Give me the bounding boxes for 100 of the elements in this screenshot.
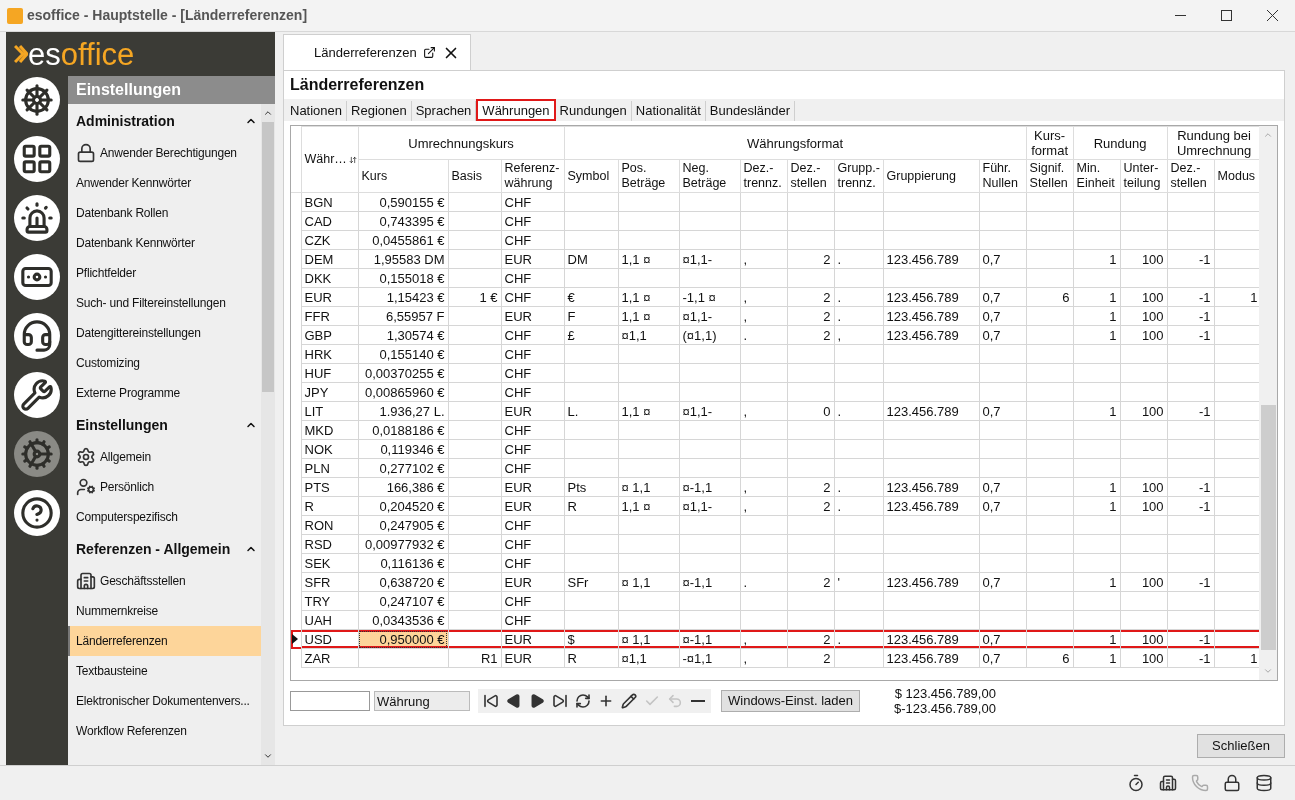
- rail-button[interactable]: [14, 195, 60, 241]
- table-cell: [448, 591, 501, 611]
- load-settings-button[interactable]: Windows-Einst. laden: [721, 690, 860, 712]
- column-header[interactable]: Referenz- währung: [501, 159, 564, 193]
- sidebar-item[interactable]: Elektronischer Dokumentenvers...: [68, 686, 261, 716]
- tab[interactable]: Nationen: [286, 101, 348, 121]
- rail-button[interactable]: [14, 313, 60, 359]
- sidebar-item[interactable]: Such- und Filtereinstellungen: [68, 288, 261, 318]
- column-header[interactable]: Symbol: [564, 159, 618, 193]
- column-field[interactable]: Währung: [374, 691, 470, 711]
- document-tab[interactable]: Länderreferenzen: [283, 34, 471, 70]
- table-cell: 100: [1120, 249, 1168, 269]
- table-cell: 2: [787, 496, 834, 516]
- maximize-icon: [1220, 10, 1232, 21]
- rail-button[interactable]: [14, 490, 60, 536]
- table-cell: [448, 629, 501, 649]
- row-indicator[interactable]: [291, 629, 301, 649]
- column-header[interactable]: Dez.- stellen: [1167, 159, 1215, 193]
- column-header[interactable]: Führ. Nullen: [979, 159, 1027, 193]
- sidebar-item[interactable]: Workflow Referenzen: [68, 716, 261, 746]
- sidebar-item[interactable]: Datenbank Rollen: [68, 198, 261, 228]
- table-cell: 1,1 ¤: [618, 401, 679, 421]
- table-cell: [1026, 458, 1074, 478]
- sidebar-item[interactable]: Anwender Kennwörter: [68, 168, 261, 198]
- table-cell: EUR: [501, 401, 564, 421]
- table-cell: 0,119346 €: [358, 439, 448, 459]
- table-cell: [979, 344, 1027, 364]
- close-dialog-button[interactable]: Schließen: [1197, 733, 1285, 758]
- grid-icon: [20, 142, 54, 176]
- rail-button[interactable]: [14, 136, 60, 182]
- sidebar-item[interactable]: Persönlich: [68, 472, 261, 502]
- sidebar-item[interactable]: Allgemein: [68, 442, 261, 472]
- sidebar-item[interactable]: Länderreferenzen: [68, 626, 261, 656]
- database-icon[interactable]: [1255, 774, 1273, 792]
- table-cell: [618, 439, 679, 459]
- lock-icon[interactable]: [1223, 774, 1241, 792]
- table-cell: [618, 534, 679, 554]
- scrollbar[interactable]: [261, 104, 275, 765]
- table-cell: [740, 230, 787, 250]
- table-cell: R: [564, 496, 618, 516]
- table-cell: 0,7: [979, 249, 1027, 269]
- table-cell: -1: [1167, 648, 1215, 668]
- column-header[interactable]: Kurs: [358, 159, 448, 193]
- column-header[interactable]: Min. Einheit: [1073, 159, 1121, 193]
- column-header[interactable]: Grupp.- trennz.: [834, 159, 883, 193]
- column-header[interactable]: Dez.- trennz.: [740, 159, 787, 193]
- sidebar-item[interactable]: Textbausteine: [68, 656, 261, 686]
- sidebar-item[interactable]: Anwender Berechtigungen: [68, 138, 261, 168]
- sidebar-item[interactable]: Geschäftsstellen: [68, 566, 261, 596]
- navigator-button[interactable]: [574, 691, 592, 711]
- table-cell: [1167, 553, 1215, 573]
- table-cell: [1120, 268, 1168, 288]
- sidebar-item[interactable]: Nummernkreise: [68, 596, 261, 626]
- building-icon[interactable]: [1159, 774, 1177, 792]
- section-header[interactable]: Administration: [76, 110, 245, 132]
- column-header[interactable]: Pos. Beträge: [618, 159, 679, 193]
- section-header[interactable]: Einstellungen: [76, 414, 245, 436]
- sidebar-item[interactable]: Computerspezifisch: [68, 502, 261, 532]
- sidebar-item[interactable]: Pflichtfelder: [68, 258, 261, 288]
- rail-button[interactable]: [14, 77, 60, 123]
- table-cell: 1: [1073, 572, 1121, 592]
- table-cell: ¤1,1-: [679, 249, 740, 269]
- column-header[interactable]: Neg. Beträge: [679, 159, 740, 193]
- navigator-button[interactable]: [620, 691, 638, 711]
- sidebar-item[interactable]: Datenbank Kennwörter: [68, 228, 261, 258]
- table-cell: [618, 211, 679, 231]
- table-cell: [679, 515, 740, 535]
- sidebar-item[interactable]: Datengittereinstellungen: [68, 318, 261, 348]
- section-header[interactable]: Referenzen - Allgemein: [76, 538, 245, 560]
- column-header[interactable]: Unter- teilung: [1120, 159, 1168, 193]
- gears-icon: [76, 447, 96, 467]
- column-header[interactable]: Dez.- stellen: [787, 159, 834, 193]
- tab[interactable]: Nationalität: [631, 101, 706, 121]
- sidebar-item[interactable]: Customizing: [68, 348, 261, 378]
- column-header[interactable]: Signif. Stellen: [1026, 159, 1074, 193]
- table-cell: [740, 439, 787, 459]
- table-cell: [979, 211, 1027, 231]
- table-cell: PLN: [301, 458, 358, 478]
- tab[interactable]: Bundesländer: [705, 101, 796, 121]
- sidebar-item[interactable]: Externe Programme: [68, 378, 261, 408]
- tab[interactable]: Regionen: [347, 101, 412, 121]
- search-field[interactable]: [290, 691, 370, 711]
- table-cell: .: [740, 572, 787, 592]
- table-cell: [834, 534, 883, 554]
- table-cell: SFr: [564, 572, 618, 592]
- grid-scrollbar[interactable]: [1259, 126, 1277, 680]
- table-cell: 123.456.789: [883, 572, 979, 592]
- column-header[interactable]: Basis: [448, 159, 501, 193]
- table-cell: DEM: [301, 249, 358, 269]
- rail-button[interactable]: [14, 372, 60, 418]
- table-cell: ¤1,1: [618, 325, 679, 345]
- rail-button[interactable]: [14, 254, 60, 300]
- tab[interactable]: Währungen: [476, 99, 556, 121]
- stopwatch-icon[interactable]: [1127, 774, 1145, 792]
- column-header[interactable]: Gruppierung: [883, 159, 979, 193]
- table-cell: 123.456.789: [883, 325, 979, 345]
- tab[interactable]: Rundungen: [555, 101, 632, 121]
- table-cell: [787, 610, 834, 630]
- table-cell: [448, 382, 501, 402]
- table-cell: 166,386 €: [358, 477, 448, 497]
